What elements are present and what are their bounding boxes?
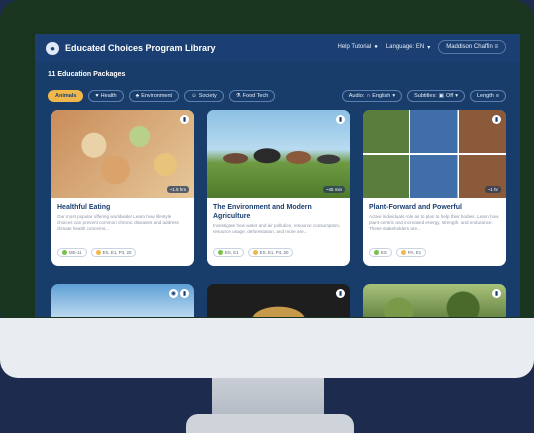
filter-chip-society[interactable]: ☺ Society	[184, 90, 224, 102]
monitor-stand	[212, 378, 324, 418]
duration-badge: ~1 hr	[484, 186, 501, 193]
help-icon: ●	[374, 44, 378, 50]
audio-label: Audio:	[348, 93, 365, 99]
monitor-base	[186, 414, 354, 433]
bookmark-icon[interactable]: ▮	[492, 115, 501, 124]
flask-icon: ⚗	[235, 93, 241, 99]
card-thumbnail	[363, 110, 506, 198]
monitor-frame: ● Educated Choices Program Library Help …	[0, 0, 534, 332]
card-description: Active individuals role as to plan to he…	[369, 214, 499, 231]
length-sort-button[interactable]: Length ≡	[469, 90, 506, 102]
package-card[interactable]: ▮ ~1.5 hrs Healthful Eating Our most pop…	[51, 110, 194, 266]
card-description: Our most popular offering worldwide! Lea…	[57, 214, 179, 231]
language-select[interactable]: Language: EN ▾	[386, 44, 430, 51]
length-label: Length	[476, 93, 494, 99]
filter-chip-label: Environment	[141, 93, 173, 99]
chevron-down-icon: ▾	[392, 93, 396, 99]
user-name: Maddison Chaffin	[446, 44, 493, 50]
user-menu-button[interactable]: Maddison Chaffin ≡	[438, 40, 506, 54]
bookmark-icon[interactable]: ▮	[336, 115, 345, 124]
tag-label: ES, E1, P4, 20	[102, 250, 132, 255]
bookmark-icon[interactable]: ▮	[180, 289, 189, 298]
help-label: Help Tutorial	[337, 44, 372, 50]
grade-tag: ES, E1	[213, 248, 244, 257]
cc-icon: ▣	[438, 93, 444, 99]
badge-icon	[400, 250, 406, 255]
tag-label: ES, E1	[225, 250, 239, 255]
duration-badge: ~1.5 hrs	[166, 186, 189, 193]
badge-icon	[252, 250, 258, 255]
package-card[interactable]: ▮ ~1 hr Plant-Forward and Powerful Activ…	[363, 110, 506, 266]
people-icon: ☺	[191, 93, 197, 99]
menu-icon: ≡	[494, 44, 498, 50]
bookmark-icon[interactable]: ▮	[336, 289, 345, 298]
standards-tag: ES, E1, P4, 20	[90, 248, 137, 257]
filter-chip-label: Health	[100, 93, 117, 99]
filter-chip-label: Animals	[55, 93, 77, 99]
package-card[interactable]: ▮ ~45 min The Environment and Modern Agr…	[207, 110, 350, 266]
card-title: Plant-Forward and Powerful	[369, 204, 462, 211]
leaf-icon	[62, 250, 67, 255]
playback-options: Audio: ∩ English ▾ Subtitles: ▣ Off ▾ Le…	[341, 90, 506, 102]
filter-chip-animals[interactable]: Animals	[48, 90, 84, 102]
filter-chip-label: Society	[198, 93, 217, 99]
package-card[interactable]: ▮	[207, 284, 350, 317]
card-tags: ES, E1 ES, E1, P4, 20	[213, 248, 294, 257]
subtitles-value: Off	[445, 93, 454, 99]
tag-label: MS-11	[69, 250, 82, 255]
card-tags: ES PA, E1	[369, 248, 427, 257]
logo-icon: ●	[46, 41, 59, 55]
chevron-down-icon: ▾	[455, 93, 458, 99]
leaf-icon	[218, 250, 223, 255]
card-title: Healthful Eating	[57, 204, 111, 211]
package-count: 11 Education Packages	[48, 71, 126, 78]
grade-tag: ES	[369, 248, 392, 257]
subtitles-select[interactable]: Subtitles: ▣ Off ▾	[407, 90, 465, 102]
category-filters: Animals ♥ Health ♣ Environment ☺ Society…	[48, 90, 276, 102]
app-header: ● Educated Choices Program Library Help …	[35, 34, 520, 62]
headphones-icon: ∩	[366, 93, 371, 99]
tag-label: ES	[381, 250, 387, 255]
bookmark-icon[interactable]: ▮	[492, 289, 501, 298]
filter-chip-health[interactable]: ♥ Health	[88, 90, 124, 102]
card-title: The Environment and Modern Agriculture	[213, 204, 312, 220]
card-thumbnail	[51, 110, 194, 198]
app-screen: ● Educated Choices Program Library Help …	[35, 34, 520, 317]
package-card[interactable]: ▮	[363, 284, 506, 317]
bookmark-icon[interactable]: ▮	[180, 115, 189, 124]
duration-badge: ~45 min	[322, 186, 345, 193]
monitor-chin	[0, 318, 534, 378]
subtitles-label: Subtitles:	[414, 93, 437, 99]
standards-tag: ES, E1, P4, 20	[247, 248, 294, 257]
tag-label: PA, E1	[407, 250, 422, 255]
card-thumbnail	[207, 110, 350, 198]
standards-tag: PA, E1	[395, 248, 427, 257]
filter-chip-label: Food Tech	[242, 93, 269, 99]
audio-select[interactable]: Audio: ∩ English ▾	[341, 90, 403, 102]
package-card[interactable]: ◉ ▮	[51, 284, 194, 317]
card-tags: MS-11 ES, E1, P4, 20	[57, 248, 137, 257]
card-description: Investigate how water and air pollution,…	[213, 223, 341, 234]
sort-icon: ≡	[495, 93, 499, 99]
audio-value: English	[372, 93, 391, 99]
leaf-icon: ♣	[135, 93, 140, 99]
grade-tag: MS-11	[57, 248, 87, 257]
help-tutorial-button[interactable]: Help Tutorial ●	[338, 44, 378, 50]
chevron-down-icon: ▾	[427, 44, 431, 51]
language-label: Language: EN	[385, 44, 425, 50]
app-title: Educated Choices Program Library	[65, 43, 216, 53]
heart-icon: ♥	[95, 93, 99, 99]
filter-chip-environment[interactable]: ♣ Environment	[128, 90, 180, 102]
tag-label: ES, E1, P4, 20	[259, 250, 289, 255]
leaf-icon	[374, 250, 379, 255]
filter-chip-food-tech[interactable]: ⚗ Food Tech	[228, 90, 276, 102]
badge-icon	[95, 250, 101, 255]
share-icon[interactable]: ◉	[169, 289, 178, 298]
